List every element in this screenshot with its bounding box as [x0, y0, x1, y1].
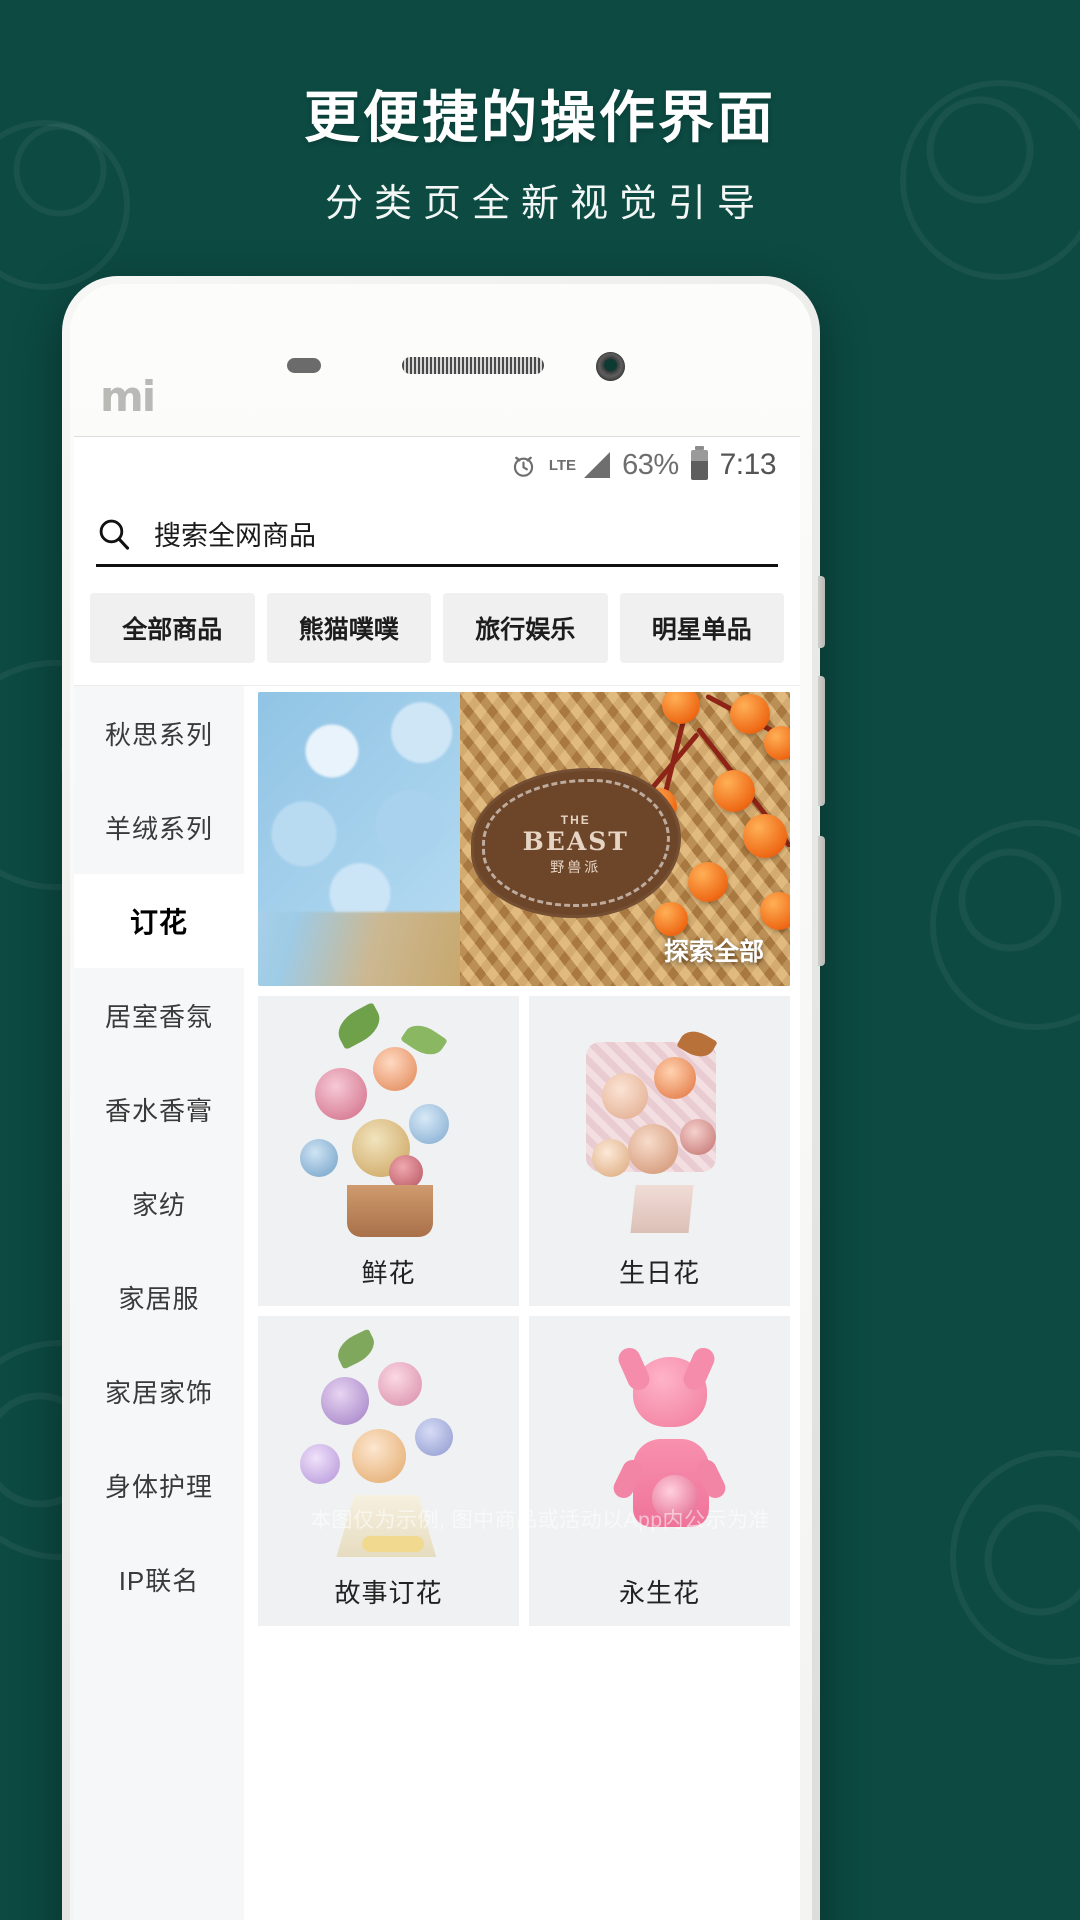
product-label: 生日花 — [618, 1258, 700, 1288]
front-camera-icon — [596, 352, 625, 381]
hero-banner[interactable]: THE BEAST 野兽派 探索全部 — [258, 692, 790, 986]
brand-chinese-label: 野兽派 — [550, 858, 602, 875]
sidebar-item-qiusi[interactable]: 秋思系列 — [74, 686, 244, 780]
background-blob — [930, 820, 1080, 1030]
phone-hardware-row — [62, 348, 820, 388]
phone-volume-up-button[interactable] — [818, 676, 825, 806]
sidebar-item-perfume-balm[interactable]: 香水香膏 — [74, 1062, 244, 1156]
brand-beast-label: BEAST — [522, 827, 629, 857]
berry — [760, 892, 790, 930]
status-bar-clock: 7:13 — [719, 448, 777, 481]
sidebar-item-cashmere[interactable]: 羊绒系列 — [74, 780, 244, 874]
category-content: 秋思系列 羊绒系列 订花 居室香氛 香水香膏 家纺 家居服 家居家饰 身体护理 … — [74, 686, 800, 1920]
search-input[interactable]: 搜索全网商品 — [154, 514, 316, 553]
category-sidebar[interactable]: 秋思系列 羊绒系列 订花 居室香氛 香水香膏 家纺 家居服 家居家饰 身体护理 … — [74, 686, 244, 1920]
berry — [764, 726, 790, 760]
chip-travel-entertainment[interactable]: 旅行娱乐 — [443, 593, 608, 663]
chip-all-products[interactable]: 全部商品 — [90, 593, 255, 663]
chip-star-items[interactable]: 明星单品 — [619, 593, 784, 663]
sidebar-item-loungewear[interactable]: 家居服 — [74, 1250, 244, 1344]
phone-volume-down-button[interactable] — [818, 836, 825, 966]
sidebar-item-home-fragrance[interactable]: 居室香氛 — [74, 968, 244, 1062]
phone-mockup: mi LTE 63% 7:13 搜索全网商品 全部商品 熊猫噗噗 旅行娱乐 明星… — [62, 276, 825, 1920]
phone-screen: LTE 63% 7:13 搜索全网商品 全部商品 熊猫噗噗 旅行娱乐 明星单品 — [74, 436, 800, 1920]
background-blob — [950, 1450, 1080, 1665]
search-icon[interactable] — [96, 516, 132, 552]
sidebar-item-ip-collab[interactable]: IP联名 — [74, 1532, 244, 1626]
sidebar-item-home-textiles[interactable]: 家纺 — [74, 1156, 244, 1250]
sidebar-item-order-flowers[interactable]: 订花 — [74, 874, 244, 968]
product-card-preserved-flowers[interactable]: 永生花 — [529, 1316, 790, 1626]
signal-bars-icon — [584, 452, 611, 478]
product-label: 鲜花 — [361, 1258, 416, 1288]
battery-percent-label: 63% — [622, 448, 679, 481]
berry — [687, 862, 728, 902]
hero-explore-all-link[interactable]: 探索全部 — [664, 932, 764, 968]
category-main-column: THE BEAST 野兽派 探索全部 鲜花 生日花 故事订花 永生花 — [244, 686, 800, 1920]
page-subtitle: 分类页全新视觉引导 — [324, 181, 766, 226]
product-image — [258, 996, 519, 1252]
phone-side-button[interactable] — [818, 576, 825, 648]
chip-panda-pupu[interactable]: 熊猫噗噗 — [266, 593, 431, 663]
led-indicator-icon — [287, 358, 321, 373]
status-bar: LTE 63% 7:13 — [74, 437, 800, 493]
alarm-clock-icon — [513, 456, 533, 477]
search-field-wrapper[interactable]: 搜索全网商品 — [96, 503, 778, 567]
page-title: 更便捷的操作界面 — [304, 85, 776, 151]
product-card-fresh-flowers[interactable]: 鲜花 — [258, 996, 519, 1306]
sidebar-item-home-decor[interactable]: 家居家饰 — [74, 1344, 244, 1438]
brand-leather-tag: THE BEAST 野兽派 — [470, 768, 681, 919]
network-type-label: LTE — [548, 456, 577, 474]
berry — [662, 692, 701, 724]
product-label: 永生花 — [618, 1578, 700, 1608]
berry — [653, 902, 688, 936]
product-label: 故事订花 — [334, 1578, 443, 1608]
product-card-birthday-flowers[interactable]: 生日花 — [529, 996, 790, 1306]
product-card-story-flowers[interactable]: 故事订花 — [258, 1316, 519, 1626]
mi-brand-logo: mi — [100, 372, 156, 421]
berry — [713, 770, 756, 812]
brand-tag-text-group: THE BEAST 野兽派 — [471, 814, 681, 875]
poster-disclaimer: 本图仅为示例, 图中商品或活动以App内公示为准 — [309, 1509, 771, 1532]
brand-the-label: THE — [560, 813, 591, 828]
earpiece-speaker-icon — [402, 357, 544, 374]
product-image — [529, 996, 790, 1252]
poster-headline-group: 更便捷的操作界面 分类页全新视觉引导 — [0, 86, 1080, 227]
search-bar[interactable]: 搜索全网商品 — [74, 493, 800, 577]
battery-icon — [690, 446, 708, 480]
category-chip-row[interactable]: 全部商品 熊猫噗噗 旅行娱乐 明星单品 — [74, 577, 800, 686]
berry — [743, 814, 788, 858]
